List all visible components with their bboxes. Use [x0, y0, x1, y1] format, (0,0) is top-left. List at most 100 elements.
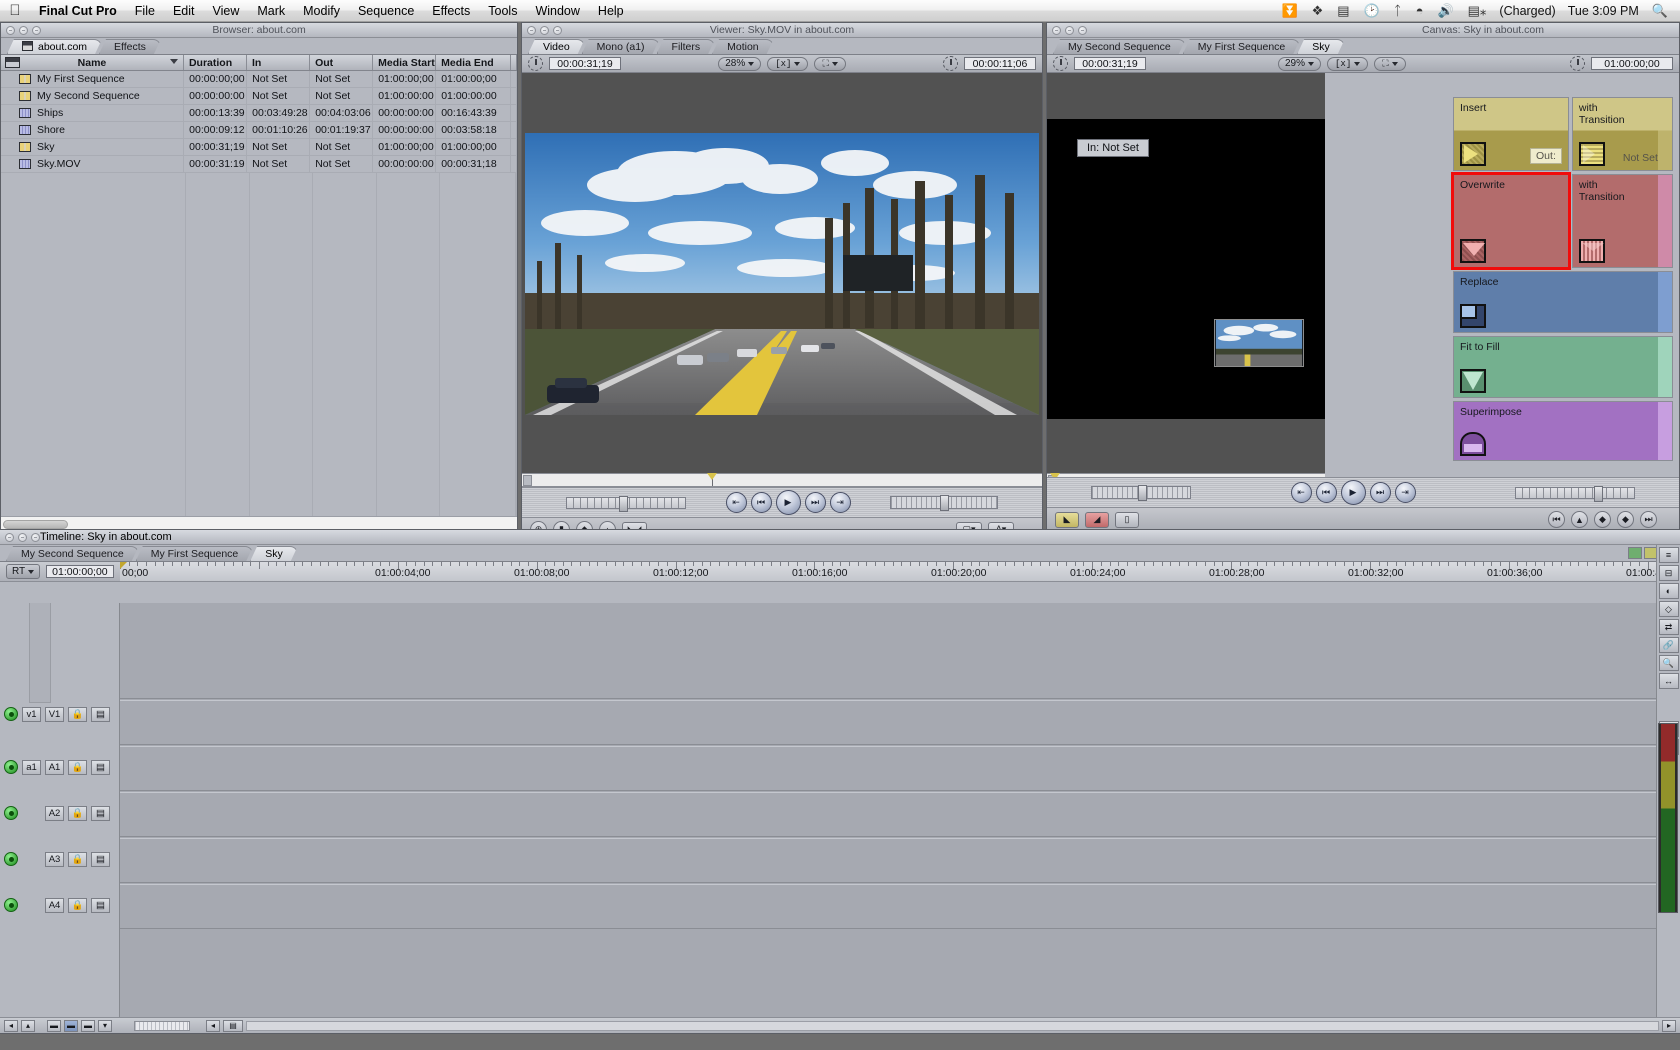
menu-edit[interactable]: Edit — [164, 0, 204, 22]
tab-video[interactable]: Video — [528, 39, 585, 54]
table-row[interactable]: Shore 00:00:09:12 00:01:10:26 00:01:19:3… — [1, 122, 517, 139]
jog-knob[interactable] — [619, 495, 628, 512]
go-to-in-icon[interactable]: ⇤ — [725, 492, 747, 513]
add-keyframe-icon[interactable]: ▲ — [1571, 511, 1588, 528]
scrollbar-thumb[interactable] — [3, 520, 68, 529]
menu-bar-clock[interactable]: Tue 3:09 PM — [1563, 0, 1644, 22]
lane-a4[interactable] — [120, 884, 1656, 929]
mark-in-icon[interactable]: ◣ — [1055, 511, 1079, 528]
item-name-cell[interactable]: Sky.MOV — [1, 156, 185, 172]
menu-effects[interactable]: Effects — [423, 0, 479, 22]
menu-final-cut-pro[interactable]: Final Cut Pro — [30, 0, 126, 22]
close-button[interactable] — [6, 25, 15, 35]
track-size-medium-icon[interactable]: ▬ — [64, 1019, 78, 1032]
timeline-horizontal-scrollbar[interactable] — [246, 1020, 1659, 1031]
lock-icon[interactable]: 🔒 — [68, 897, 87, 913]
canvas-overlay-popup[interactable]: ⛶ — [1374, 56, 1406, 71]
table-row[interactable]: Ships 00:00:13:39 00:03:49:28 00:04:03:0… — [1, 105, 517, 122]
scroll-left-icon[interactable]: ◂ — [206, 1019, 220, 1032]
battery-icon[interactable]: ▤⁎ — [1462, 0, 1493, 22]
viewer-scrubber-bar[interactable] — [522, 473, 1042, 487]
window-controls[interactable] — [522, 25, 562, 35]
timemachine-icon[interactable]: 🕑 — [1358, 0, 1386, 22]
menu-sequence[interactable]: Sequence — [349, 0, 423, 22]
prev-edit-icon[interactable]: ⏮ — [1315, 482, 1337, 503]
track-layout-popup-icon[interactable]: ▾ — [98, 1019, 112, 1032]
timeline-timecode[interactable]: 01:00:00;00 — [46, 565, 114, 578]
zoom-button[interactable] — [31, 532, 40, 542]
tab-about-com[interactable]: about.com — [7, 39, 102, 54]
minimize-button[interactable] — [540, 25, 549, 35]
viewer-duration-timecode[interactable]: 00:00:11;06 — [964, 57, 1036, 70]
source-track-a1[interactable]: a1 — [22, 759, 41, 775]
jog-knob[interactable] — [1594, 485, 1603, 502]
column-header-media-end[interactable]: Media End — [436, 55, 511, 70]
lane-empty-top[interactable] — [120, 603, 1656, 699]
auto-select-icon[interactable]: ▤ — [91, 805, 110, 821]
search-icon[interactable]: 🔍 — [1646, 0, 1674, 22]
tab-sky[interactable]: Sky — [1297, 39, 1345, 54]
menu-modify[interactable]: Modify — [294, 0, 349, 22]
snapping-icon[interactable]: ⇄ — [1658, 619, 1679, 635]
minimize-button[interactable] — [18, 532, 27, 542]
menu-mark[interactable]: Mark — [248, 0, 294, 22]
display-icon[interactable]: ▤ — [1331, 0, 1355, 22]
tab-effects[interactable]: Effects — [99, 39, 161, 54]
minimize-button[interactable] — [19, 25, 28, 35]
lane-a1[interactable] — [120, 746, 1656, 791]
viewer-view-popup[interactable]: [x] — [767, 56, 809, 71]
dest-track-A1[interactable]: A1 — [45, 759, 64, 775]
dest-track-A2[interactable]: A2 — [45, 805, 64, 821]
column-header-duration[interactable]: Duration — [184, 55, 248, 70]
lock-icon[interactable]: 🔒 — [68, 805, 87, 821]
window-controls[interactable] — [0, 532, 40, 542]
lock-icon[interactable]: 🔒 — [68, 851, 87, 867]
dropbox-icon[interactable]: ❖ — [1306, 0, 1330, 22]
zoom-in-icon[interactable]: ▴ — [21, 1019, 35, 1032]
item-name-cell[interactable]: My Second Sequence — [1, 88, 185, 104]
menu-file[interactable]: File — [126, 0, 164, 22]
item-name-cell[interactable]: Sky — [1, 139, 185, 155]
insert-button[interactable]: Insert Out: — [1453, 97, 1569, 171]
audible-icon[interactable] — [4, 760, 18, 774]
window-controls[interactable] — [1047, 25, 1087, 35]
timeline-tab-my-first-sequence[interactable]: My First Sequence — [136, 546, 254, 561]
minimize-button[interactable] — [1065, 25, 1074, 35]
timeline-lanes[interactable] — [120, 603, 1656, 1017]
dest-track-A4[interactable]: A4 — [45, 897, 64, 913]
tab-my-second-sequence[interactable]: My Second Sequence — [1053, 39, 1186, 54]
column-header-out[interactable]: Out — [310, 55, 374, 70]
lane-a2[interactable] — [120, 792, 1656, 837]
column-header-name[interactable]: Name — [1, 55, 184, 70]
volume-icon[interactable]: 🔊 — [1431, 0, 1459, 22]
canvas-jog-wheel[interactable] — [1515, 485, 1635, 502]
menu-window[interactable]: Window — [526, 0, 588, 22]
mark-out-icon[interactable]: ◢ — [1085, 511, 1109, 528]
go-to-in-icon[interactable]: ⇤ — [1290, 482, 1312, 503]
dest-track-V1[interactable]: V1 — [45, 706, 64, 722]
track-layout-icon[interactable]: ⊟ — [1658, 565, 1679, 581]
track-height-icon[interactable]: ≡ — [1658, 547, 1679, 563]
close-button[interactable] — [527, 25, 536, 35]
prev-edit-icon[interactable]: ⏮ — [1548, 511, 1565, 528]
shuttle-knob[interactable] — [940, 495, 949, 511]
timeline-tab-sky[interactable]: Sky — [250, 546, 298, 561]
viewer-zoom-popup[interactable]: 28% — [718, 56, 762, 71]
audible-icon[interactable] — [4, 806, 18, 820]
item-name-cell[interactable]: My First Sequence — [1, 71, 185, 87]
prev-edit-icon[interactable]: ⏮ — [750, 492, 772, 513]
scrollbar-thumb[interactable]: ▤ — [223, 1019, 243, 1032]
next-edit-icon[interactable]: ⏭ — [1640, 511, 1657, 528]
timeline-ruler[interactable]: 00;00 01:00:04;00 01:00:08;00 01:00:12;0… — [120, 562, 1680, 582]
bluetooth-icon[interactable]: ᛏ — [1388, 0, 1408, 22]
track-size-small-icon[interactable]: ▬ — [47, 1019, 61, 1032]
go-to-out-icon[interactable]: ⇥ — [1394, 482, 1416, 503]
zoom-out-icon[interactable]: ↔ — [1658, 673, 1679, 689]
sort-descending-icon[interactable] — [169, 59, 178, 64]
zoom-button[interactable] — [553, 25, 562, 35]
zoom-button[interactable] — [1078, 25, 1087, 35]
audible-icon[interactable] — [4, 898, 18, 912]
clip-keyframes-icon[interactable]: ◇ — [1658, 601, 1679, 617]
zoom-out-icon[interactable]: ◂ — [4, 1019, 18, 1032]
download-icon[interactable]: ⏬ — [1275, 0, 1303, 22]
